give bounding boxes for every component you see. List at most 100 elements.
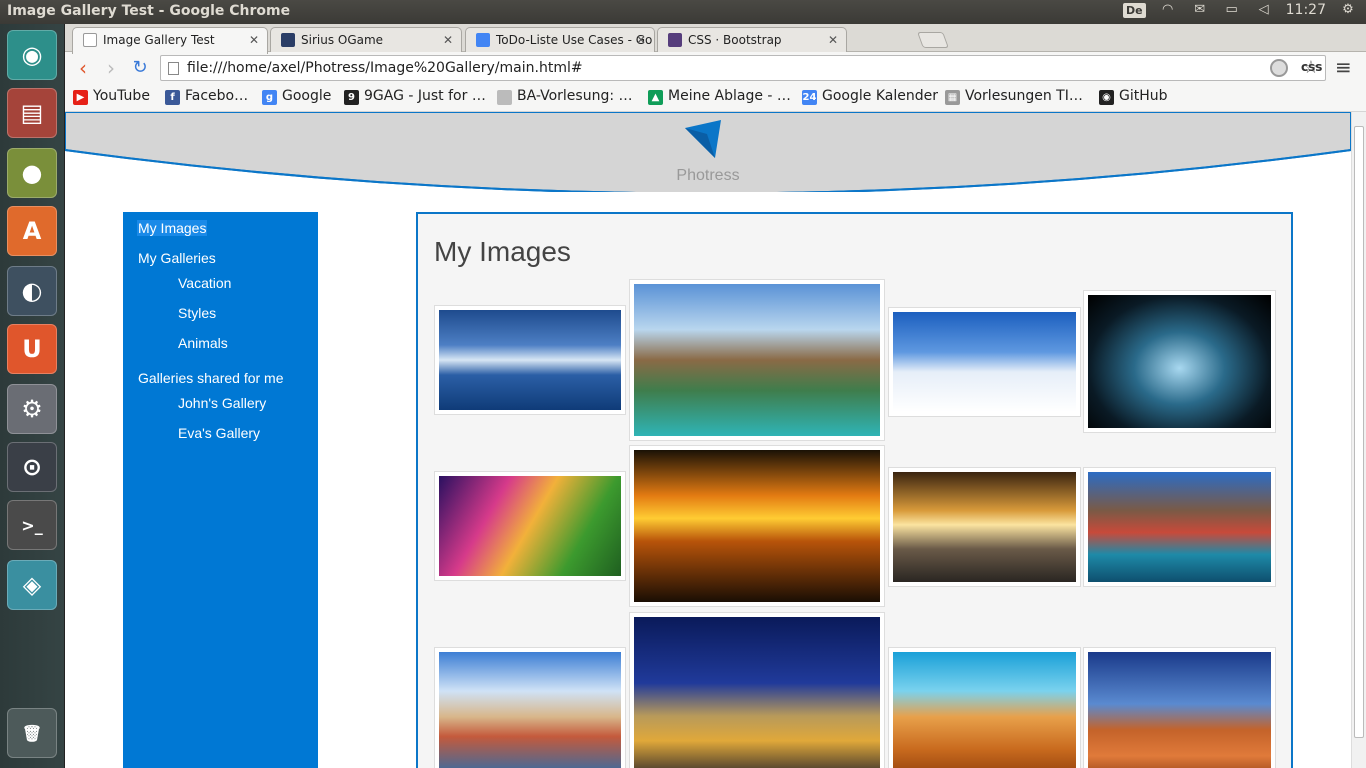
clock[interactable]: 11:27	[1286, 2, 1326, 18]
volume-icon[interactable]: ◁	[1254, 3, 1274, 17]
gallery-image-jumping-silhouettes[interactable]	[1083, 290, 1276, 433]
gallery-image-colorful-meadow[interactable]	[434, 471, 626, 581]
bookmark-calendar[interactable]: 24 Google Kalender	[802, 88, 938, 105]
gallery-image-desert-dunes[interactable]	[888, 647, 1081, 768]
bookmark-label: GitHub	[1119, 88, 1168, 104]
image-thumbnail	[439, 476, 621, 576]
gallery-image-snowy-trees[interactable]	[888, 307, 1081, 417]
bookmark-drive[interactable]: ▲ Meine Ablage - …	[648, 88, 791, 105]
css-extension-button[interactable]: css	[1301, 60, 1322, 74]
gallery-image-night-city[interactable]	[629, 612, 885, 768]
scrollbar-thumb[interactable]	[1354, 126, 1364, 738]
tab-1[interactable]: Image Gallery Test ✕	[72, 27, 268, 54]
github-icon: ◉	[1099, 90, 1114, 105]
sidebar: My Images My Galleries Vacation Styles A…	[123, 212, 318, 768]
software-center-icon[interactable]: A	[7, 206, 57, 256]
nav-shared-galleries[interactable]: Galleries shared for me	[138, 370, 284, 386]
trash-icon[interactable]: 🗑	[7, 708, 57, 758]
ogame-icon	[281, 33, 295, 47]
tab-close-icon[interactable]: ✕	[636, 33, 646, 47]
nav-my-galleries[interactable]: My Galleries	[138, 250, 216, 266]
page-viewport: Photress My Images My Galleries Vacation…	[65, 112, 1351, 768]
ubuntu-one-icon[interactable]: U	[7, 324, 57, 374]
system-top-bar: Image Gallery Test - Google Chrome De ◠ …	[0, 0, 1366, 24]
gallery-image-monument-valley[interactable]	[1083, 647, 1276, 768]
bookmark-lecture[interactable]: ▦ Vorlesungen TI…	[945, 88, 1083, 105]
tab-close-icon[interactable]: ✕	[443, 33, 453, 47]
wifi-icon[interactable]: ◠	[1158, 3, 1178, 17]
bookmark-youtube[interactable]: ▶ YouTube	[73, 88, 150, 105]
back-arrow-icon[interactable]: ‹	[71, 57, 95, 79]
workspace-switcher-icon[interactable]: ◈	[7, 560, 57, 610]
nav-shared-john[interactable]: John's Gallery	[178, 395, 266, 411]
software-center-glyph: A	[22, 217, 42, 245]
browser-toolbar: ‹ › ↻ file:///home/axel/Photress/Image%2…	[65, 52, 1366, 84]
menu-icon[interactable]: ≡	[1335, 55, 1352, 79]
tab-close-icon[interactable]: ✕	[249, 33, 259, 47]
nav-gallery-styles[interactable]: Styles	[178, 305, 216, 321]
gallery-image-harbor-village[interactable]	[434, 647, 626, 768]
steam-icon[interactable]: ⊙	[7, 442, 57, 492]
gallery-image-sunset-couple[interactable]	[629, 445, 885, 607]
system-settings-icon[interactable]: ⚙	[7, 384, 57, 434]
nav-my-images[interactable]: My Images	[137, 220, 208, 236]
bootstrap-icon	[668, 33, 682, 47]
page-header: Photress	[65, 112, 1351, 192]
image-thumbnail	[1088, 472, 1271, 582]
image-thumbnail	[1088, 652, 1271, 768]
bookmark-label: Google Kalender	[822, 88, 938, 104]
pidgin-icon[interactable]: ◐	[7, 266, 57, 316]
bookmark-github[interactable]: ◉ GitHub	[1099, 88, 1168, 105]
extension-icon[interactable]	[1270, 59, 1288, 77]
bookmark-google[interactable]: g Google	[262, 88, 332, 105]
bookmark-page[interactable]: BA-Vorlesung: …	[497, 88, 633, 105]
system-indicators: De ◠ ✉ ▭ ◁ 11:27 ⚙	[1123, 2, 1358, 18]
image-thumbnail	[893, 472, 1076, 582]
image-thumbnail	[893, 652, 1076, 768]
bookmark-label: Google	[282, 88, 332, 104]
gallery-image-colorful-coast-town[interactable]	[1083, 467, 1276, 587]
nav-gallery-animals[interactable]: Animals	[178, 335, 228, 351]
page-title: My Images	[434, 236, 571, 267]
docs-icon	[476, 33, 490, 47]
tab-2[interactable]: Sirius OGame ✕	[270, 27, 462, 53]
new-tab-button[interactable]	[917, 32, 949, 48]
tab-close-icon[interactable]: ✕	[828, 33, 838, 47]
reload-icon[interactable]: ↻	[128, 57, 152, 79]
nav-shared-eva[interactable]: Eva's Gallery	[178, 425, 260, 441]
nav-gallery-vacation[interactable]: Vacation	[178, 275, 231, 291]
facebook-icon: f	[165, 90, 180, 105]
brand-name[interactable]: Photress	[65, 167, 1351, 185]
tab-label: Sirius OGame	[301, 33, 384, 47]
mail-icon[interactable]: ✉	[1190, 3, 1210, 17]
address-bar[interactable]: file:///home/axel/Photress/Image%20Galle…	[160, 55, 1326, 81]
image-thumbnail	[893, 312, 1076, 412]
image-thumbnail	[439, 310, 621, 410]
forward-arrow-icon[interactable]: ›	[99, 57, 123, 79]
workspace-switcher-glyph: ◈	[22, 571, 42, 599]
battery-icon[interactable]: ▭	[1222, 3, 1242, 17]
terminal-icon[interactable]: >_	[7, 500, 57, 550]
gallery-image-pier-ocean[interactable]	[434, 305, 626, 415]
image-thumbnail	[1088, 295, 1271, 428]
photress-logo-icon[interactable]	[683, 118, 723, 160]
tab-label: ToDo-Liste Use Cases - Go	[496, 33, 653, 47]
gallery-image-tropical-waterfall[interactable]	[629, 279, 885, 441]
files-icon[interactable]: ▤	[7, 88, 57, 138]
bookmark-facebook[interactable]: f Facebo…	[165, 88, 248, 105]
drive-icon: ▲	[648, 90, 663, 105]
bookmark-label: Meine Ablage - …	[668, 88, 791, 104]
ubuntu-dash-icon[interactable]: ◉	[7, 30, 57, 80]
google-icon: g	[262, 90, 277, 105]
session-gear-icon[interactable]: ⚙	[1338, 3, 1358, 17]
tab-label: Image Gallery Test	[103, 33, 215, 47]
pidgin-glyph: ◐	[21, 277, 43, 305]
main-panel: My Images	[416, 212, 1293, 768]
vertical-scrollbar[interactable]	[1351, 112, 1366, 768]
tab-3[interactable]: ToDo-Liste Use Cases - Go ✕	[465, 27, 655, 53]
gallery-image-city-road[interactable]	[888, 467, 1081, 587]
tab-4[interactable]: CSS · Bootstrap ✕	[657, 27, 847, 53]
bookmark-9gag[interactable]: 9 9GAG - Just for …	[344, 88, 486, 105]
keyboard-layout-indicator[interactable]: De	[1123, 2, 1146, 18]
chrome-icon[interactable]: ●	[7, 148, 57, 198]
